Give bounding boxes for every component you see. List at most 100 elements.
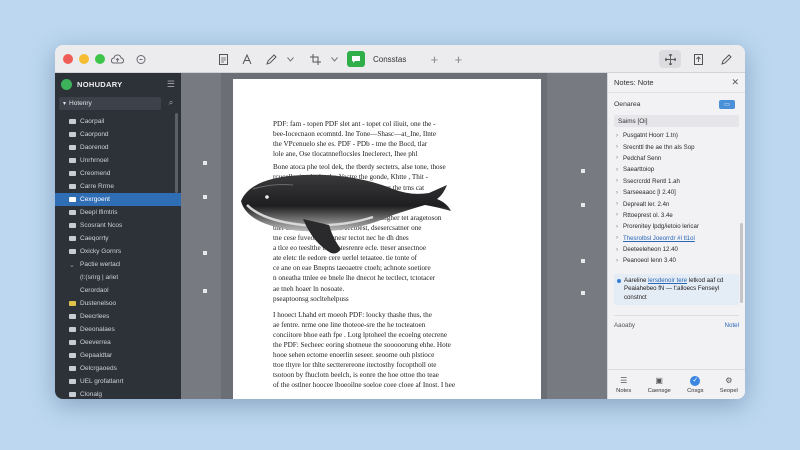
note-item-label: Deprealt ler. 2.4n (623, 200, 670, 208)
page-marker[interactable] (203, 161, 207, 165)
document-line: ce ane on eae Bnepns taeoaetre ctoeh; ac… (273, 264, 431, 273)
note-item[interactable]: › Saearttoiop (608, 164, 745, 175)
sidebar-search: ▾ Hotenry ⌕ (59, 96, 177, 110)
page-marker[interactable] (581, 169, 585, 173)
sidebar-item[interactable]: Creomend (55, 167, 181, 180)
page-marker[interactable] (203, 289, 207, 293)
folder-yellow-icon (69, 301, 76, 306)
zoom-window-button[interactable] (95, 53, 105, 64)
note-item[interactable]: › Peanoeol Ienn 3.40 (608, 255, 745, 266)
folder-icon (69, 158, 76, 163)
sidebar-item[interactable]: ⌄ Pactie wertacl (55, 258, 181, 271)
note-card-text-2: letkod aaf cd (688, 276, 724, 284)
pen-icon[interactable] (261, 49, 281, 69)
sidebar-item[interactable]: UEL grofatlanrt (55, 375, 181, 388)
note-item[interactable]: › Prorenitey Ipdg/ietoio lericar (608, 221, 745, 232)
sidebar-item[interactable]: Scosrant Ncos (55, 219, 181, 232)
sidebar-item[interactable]: Carre Rrme (55, 180, 181, 193)
sidebar: NOHUDARY ☰ ▾ Hotenry ⌕ Caorpail Caorpond D… (55, 73, 181, 399)
tab-label[interactable]: Consstas (373, 55, 406, 64)
cloud-upload-icon[interactable] (107, 49, 127, 69)
page-marker[interactable] (203, 195, 207, 199)
add-button[interactable]: + (448, 49, 468, 69)
share-icon[interactable] (131, 49, 151, 69)
sidebar-item[interactable]: Caorpond (55, 128, 181, 141)
note-item[interactable]: › Thesrolbsl Joeorrdr #l tl1ol (608, 233, 745, 244)
message-icon[interactable] (347, 51, 365, 67)
close-window-button[interactable] (63, 53, 73, 64)
sidebar-item[interactable]: Oeeverrea (55, 336, 181, 349)
chevron-right-icon: › (616, 257, 618, 264)
notes-row-left: Aaoaby (614, 321, 635, 329)
sidebar-item[interactable]: Deecrlees (55, 310, 181, 323)
note-card-link[interactable]: lersdenoir tere (648, 277, 687, 284)
notes-row-link[interactable]: Notel (725, 322, 739, 329)
chevron-right-icon: › (616, 223, 618, 230)
note-item[interactable]: › Srecnttl the ae thn als Sop (608, 141, 745, 152)
notes-title: Notes: Note (614, 78, 654, 87)
page-marker[interactable] (203, 251, 207, 255)
document-line: the PDF: Secheec eoring shotneue the soo… (273, 340, 451, 349)
sidebar-item[interactable]: Daorenod (55, 141, 181, 154)
chevron-down-icon[interactable] (285, 49, 295, 69)
document-paragraph: I hooect Lhahd ert moeoh PDF: loocky tha… (273, 310, 513, 391)
note-item[interactable]: › Rttoeprest ol. 3.4e (608, 210, 745, 221)
close-icon[interactable]: ✕ (731, 77, 739, 88)
sidebar-item[interactable]: Caorpail (55, 115, 181, 128)
sidebar-item-label: Daorenod (80, 144, 109, 151)
page-marker[interactable] (581, 259, 585, 263)
note-item-label: Saearttoiop (623, 166, 655, 174)
sidebar-menu-icon[interactable]: ☰ (167, 79, 175, 90)
selected-note-card[interactable]: Aareline lersdenoir tere letkod aaf cd P… (614, 273, 739, 305)
note-item[interactable]: › Deeteeleheon 12.40 (608, 244, 745, 255)
folder-icon (69, 379, 76, 384)
sidebar-scrollbar[interactable] (175, 113, 178, 193)
document-icon[interactable] (213, 49, 233, 69)
document-paragraph: PDF: fam - topen PDF slet ant - topet co… (273, 119, 513, 159)
note-item-label: Peanoeol Ienn 3.40 (623, 257, 676, 265)
page-marker[interactable] (581, 291, 585, 295)
sidebar-item[interactable]: Oxicky Gornrs (55, 245, 181, 258)
sidebar-item[interactable]: (l:(srirg | ariet (55, 271, 181, 284)
note-item[interactable]: › Pusgatnt Hoorr 1.tn) (608, 130, 745, 141)
sidebar-item[interactable]: Deeonalaes (55, 323, 181, 336)
sidebar-item[interactable]: Deepl lfimtris (55, 206, 181, 219)
note-item[interactable]: › Pedchaf Senn (608, 153, 745, 164)
folder-icon (69, 353, 76, 358)
notes-scrollbar[interactable] (740, 223, 743, 303)
notes-filter-field[interactable]: Saims [Oi] (614, 115, 739, 127)
search-icon[interactable]: ⌕ (165, 98, 177, 108)
notes-action-icon[interactable]: ▭ (719, 99, 735, 109)
footer-check-button[interactable]: ✓ Cnsgs (687, 375, 704, 394)
footer-image-button[interactable]: ▣ Caensge (648, 376, 671, 394)
crop-icon[interactable] (305, 49, 325, 69)
page-marker[interactable] (581, 203, 585, 207)
note-item-label: Sarseeaaoc [I 2.40] (623, 189, 676, 197)
footer-settings-button[interactable]: ⚙ Seopel (720, 376, 738, 394)
sidebar-item[interactable]: Unrhrnoel (55, 154, 181, 167)
sidebar-item[interactable]: Clonalg (55, 388, 181, 399)
chevron-right-icon: › (616, 166, 618, 173)
footer-notes-button[interactable]: ☰ Notes (616, 376, 631, 394)
edit-icon[interactable] (715, 50, 737, 68)
chevron-right-icon: › (616, 235, 618, 242)
sidebar-item[interactable]: Dustenelsoo (55, 297, 181, 310)
note-item[interactable]: › Ssecrcrdd Rentl 1.ah (608, 176, 745, 187)
move-icon[interactable] (659, 50, 681, 68)
sidebar-item[interactable]: Gepaaldtar (55, 349, 181, 362)
text-tool-icon[interactable] (237, 49, 257, 69)
sidebar-item[interactable]: Cexrgoent (55, 193, 181, 206)
new-tab-button[interactable]: + (424, 49, 444, 69)
export-icon[interactable] (687, 50, 709, 68)
note-item[interactable]: › Sarseeaaoc [I 2.40] (608, 187, 745, 198)
minimize-window-button[interactable] (79, 53, 89, 64)
footer-label: Cnsgs (687, 387, 704, 394)
sidebar-item[interactable]: Caeqorrty (55, 232, 181, 245)
sidebar-item[interactable]: Oelcrgaoeds (55, 362, 181, 375)
chevron-right-icon: › (616, 132, 618, 139)
sidebar-item[interactable]: Cerordaol (55, 284, 181, 297)
note-item[interactable]: › Deprealt ler. 2.4n (608, 198, 745, 209)
sidebar-header: NOHUDARY ☰ (55, 73, 181, 95)
search-input[interactable]: ▾ Hotenry (59, 96, 161, 110)
chevron-down-icon[interactable] (329, 49, 339, 69)
